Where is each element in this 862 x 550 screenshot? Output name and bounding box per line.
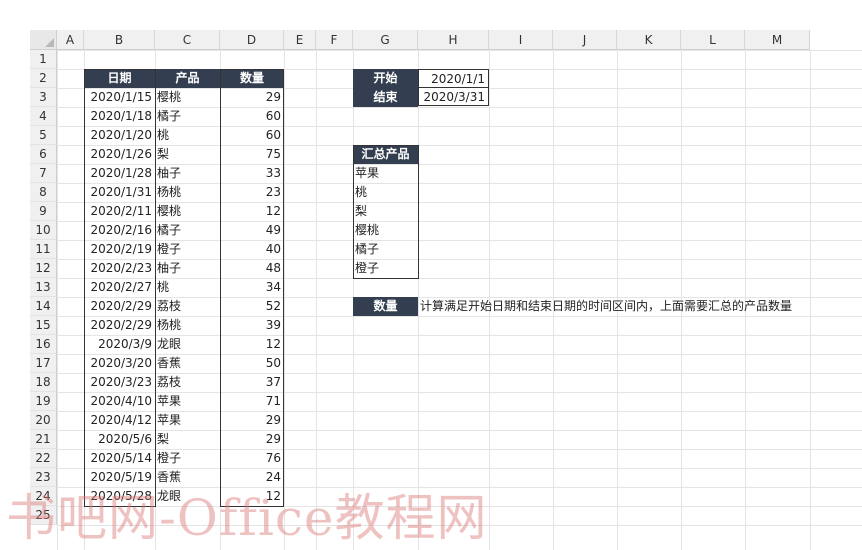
product-cell[interactable]: 杨桃 — [155, 316, 220, 335]
row-header-8[interactable]: 8 — [30, 183, 57, 202]
select-all-corner[interactable] — [30, 30, 57, 50]
start-label: 开始 — [353, 69, 418, 88]
row-header-5[interactable]: 5 — [30, 126, 57, 145]
row-header-4[interactable]: 4 — [30, 107, 57, 126]
row-header-10[interactable]: 10 — [30, 221, 57, 240]
row-header-14[interactable]: 14 — [30, 297, 57, 316]
row-header-21[interactable]: 21 — [30, 430, 57, 449]
product-cell[interactable]: 荔枝 — [155, 373, 220, 392]
row-header-20[interactable]: 20 — [30, 411, 57, 430]
product-cell[interactable]: 樱桃 — [155, 202, 220, 221]
column-header-I[interactable]: I — [489, 30, 553, 50]
column-header-E[interactable]: E — [284, 30, 316, 50]
row-header-15[interactable]: 15 — [30, 316, 57, 335]
gridline-vertical — [57, 50, 58, 550]
quantity-instruction-note: 计算满足开始日期和结束日期的时间区间内，上面需要汇总的产品数量 — [420, 299, 793, 313]
product-cell[interactable]: 苹果 — [155, 411, 220, 430]
column-header-M[interactable]: M — [745, 30, 810, 50]
row-header-3[interactable]: 3 — [30, 88, 57, 107]
table-outline-date — [84, 69, 156, 507]
column-header-K[interactable]: K — [617, 30, 681, 50]
product-cell[interactable]: 桃 — [155, 126, 220, 145]
column-header-D[interactable]: D — [220, 30, 284, 50]
product-cell[interactable]: 橙子 — [155, 449, 220, 468]
product-cell[interactable]: 柚子 — [155, 164, 220, 183]
gridline-vertical — [284, 50, 285, 550]
product-cell[interactable]: 梨 — [155, 430, 220, 449]
summary-outline — [353, 145, 419, 279]
start-date-cell[interactable]: 2020/1/1 — [418, 69, 489, 88]
gridline-vertical — [418, 50, 419, 550]
gridline-vertical — [810, 50, 811, 550]
column-header-H[interactable]: H — [418, 30, 489, 50]
row-header-6[interactable]: 6 — [30, 145, 57, 164]
row-header-22[interactable]: 22 — [30, 449, 57, 468]
product-cell[interactable]: 橙子 — [155, 240, 220, 259]
product-cell[interactable]: 香蕉 — [155, 354, 220, 373]
column-header-L[interactable]: L — [681, 30, 745, 50]
product-cell[interactable]: 荔枝 — [155, 297, 220, 316]
column-header-C[interactable]: C — [155, 30, 220, 50]
product-cell[interactable]: 橘子 — [155, 221, 220, 240]
row-header-12[interactable]: 12 — [30, 259, 57, 278]
row-header-2[interactable]: 2 — [30, 69, 57, 88]
column-header-J[interactable]: J — [553, 30, 617, 50]
product-cell[interactable]: 苹果 — [155, 392, 220, 411]
gridline-vertical — [316, 50, 317, 550]
row-header-17[interactable]: 17 — [30, 354, 57, 373]
end-label: 结束 — [353, 88, 418, 107]
product-cell[interactable]: 樱桃 — [155, 88, 220, 107]
row-header-16[interactable]: 16 — [30, 335, 57, 354]
end-date-cell[interactable]: 2020/3/31 — [418, 87, 489, 106]
row-header-7[interactable]: 7 — [30, 164, 57, 183]
row-header-9[interactable]: 9 — [30, 202, 57, 221]
product-cell[interactable]: 梨 — [155, 145, 220, 164]
row-header-11[interactable]: 11 — [30, 240, 57, 259]
product-cell[interactable]: 柚子 — [155, 259, 220, 278]
row-header-13[interactable]: 13 — [30, 278, 57, 297]
row-header-19[interactable]: 19 — [30, 392, 57, 411]
table-outline-quantity — [220, 69, 284, 507]
column-header-A[interactable]: A — [57, 30, 84, 50]
table-header-cell[interactable]: 产品 — [155, 69, 220, 88]
watermark-text: 书吧网-Office教程网 — [6, 489, 488, 547]
product-cell[interactable]: 杨桃 — [155, 183, 220, 202]
quantity-label: 数量 — [353, 297, 418, 316]
product-cell[interactable]: 橘子 — [155, 107, 220, 126]
spreadsheet-sheet: A B C D E F G H I J K L M 1 2 3 4 5 6 7 8 9 10 11 12 13 14 15 16 17 18… — [0, 0, 862, 550]
gridline-horizontal — [57, 50, 862, 51]
product-cell[interactable]: 龙眼 — [155, 335, 220, 354]
row-header-1[interactable]: 1 — [30, 50, 57, 69]
select-all-triangle-icon — [45, 38, 54, 47]
column-header-G[interactable]: G — [353, 30, 418, 50]
column-header-F[interactable]: F — [316, 30, 353, 50]
product-cell[interactable]: 桃 — [155, 278, 220, 297]
row-header-18[interactable]: 18 — [30, 373, 57, 392]
column-header-B[interactable]: B — [84, 30, 155, 50]
